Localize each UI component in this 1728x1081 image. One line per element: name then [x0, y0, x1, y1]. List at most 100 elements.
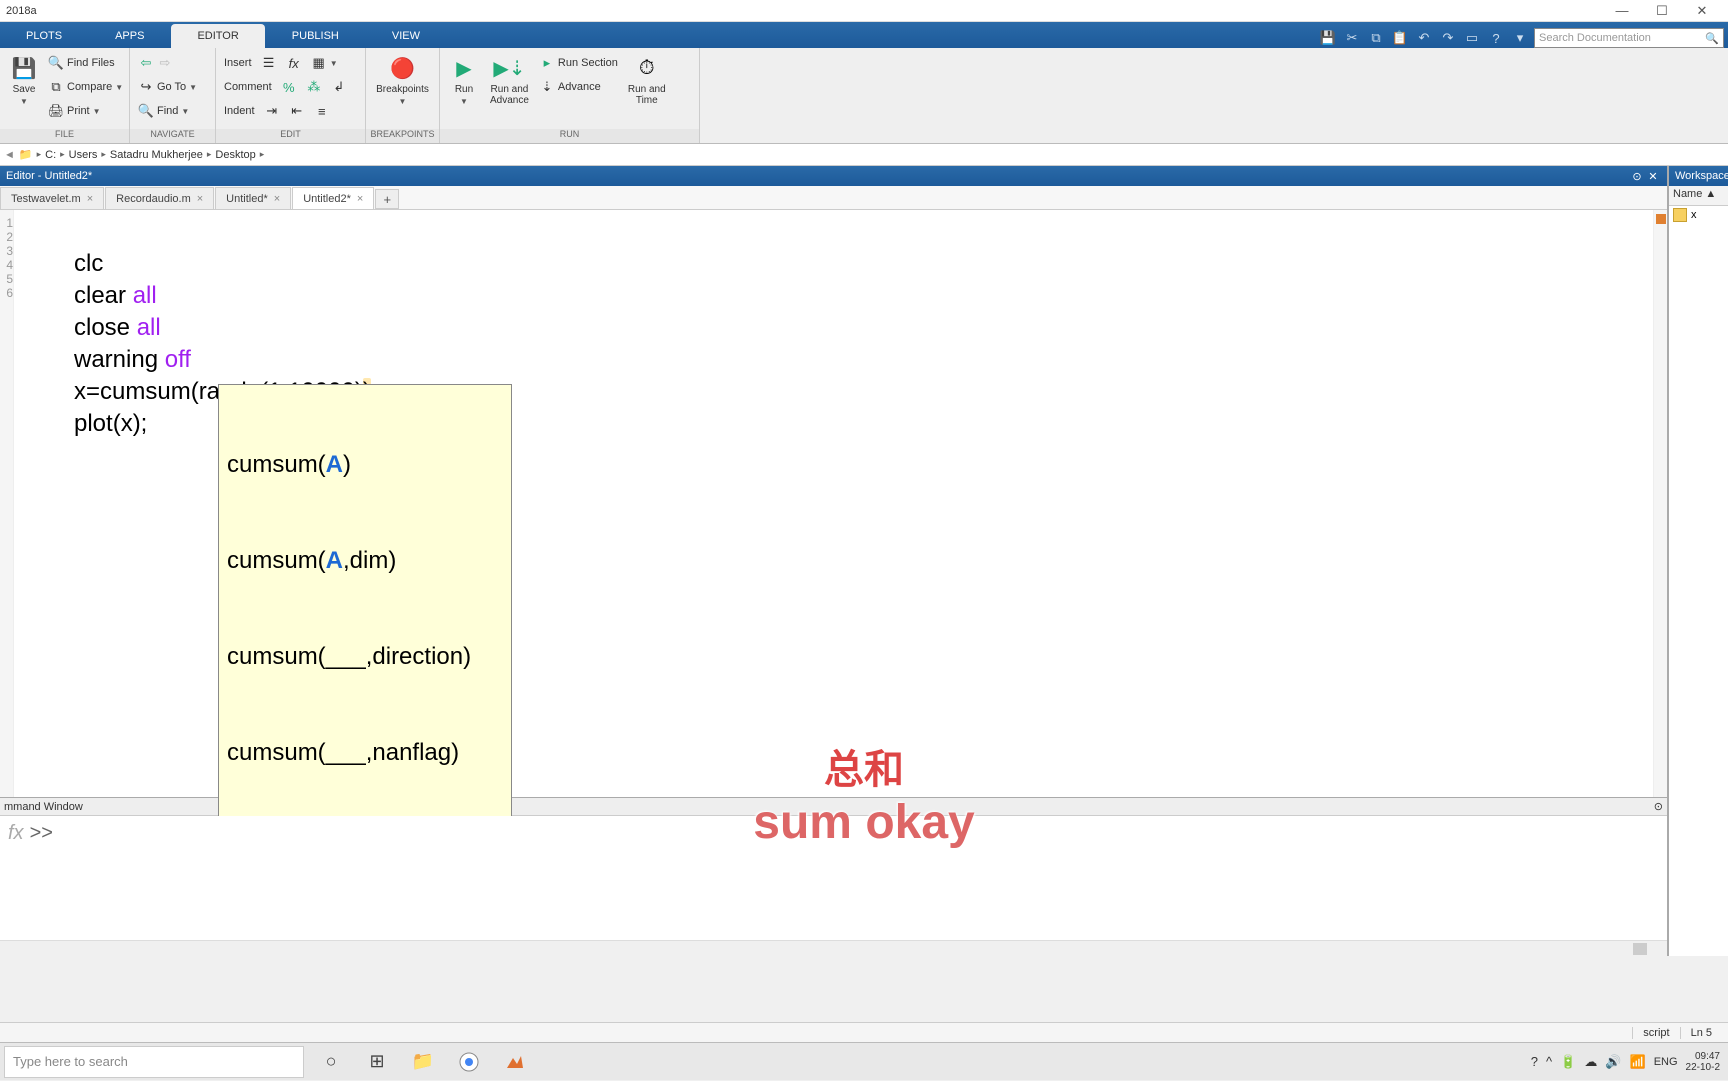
search-icon[interactable]: 🔍	[1705, 32, 1719, 45]
redo-icon[interactable]: ↷	[1438, 28, 1458, 48]
print-button[interactable]: 🖨Print▼	[46, 100, 125, 122]
indent-label: Indent	[224, 105, 255, 117]
save-button[interactable]: 💾 Save ▼	[6, 52, 42, 108]
close-tab-icon[interactable]: ×	[197, 193, 203, 205]
run-section-icon: ▸	[539, 55, 555, 71]
back-button[interactable]: ⇦⇨	[136, 52, 209, 74]
find-button[interactable]: 🔍Find▼	[136, 100, 209, 122]
indent-button[interactable]: Indent ⇥ ⇤ ≡	[222, 100, 359, 122]
dropdown-icon[interactable]: ▾	[1510, 28, 1530, 48]
path-seg-desktop[interactable]: Desktop▸	[215, 149, 264, 161]
comment-button[interactable]: Comment % ⁂ ↲	[222, 76, 359, 98]
compare-button[interactable]: ⧉Compare▼	[46, 76, 125, 98]
chevron-up-icon[interactable]: ^	[1546, 1054, 1552, 1069]
insert-sec-icon: ☰	[261, 55, 277, 71]
horizontal-scrollbar[interactable]	[0, 940, 1667, 956]
add-tab-button[interactable]: +	[375, 189, 399, 209]
breakpoints-icon: 🔴	[389, 54, 417, 82]
wifi-icon[interactable]: 📶	[1630, 1054, 1646, 1070]
explorer-icon[interactable]: 📁	[400, 1043, 446, 1081]
insert-button[interactable]: Insert ☰ fx ▦▼	[222, 52, 359, 74]
close-button[interactable]: ✕	[1682, 3, 1722, 19]
cortana-icon[interactable]: ○	[308, 1043, 354, 1081]
close-tab-icon[interactable]: ×	[274, 193, 280, 205]
save-icon[interactable]: 💾	[1318, 28, 1338, 48]
command-window-body[interactable]: fx >>	[0, 816, 1667, 956]
path-seg-users[interactable]: Users▸	[69, 149, 106, 161]
command-window-title: mmand Window	[4, 801, 83, 813]
path-seg-user[interactable]: Satadru Mukherjee▸	[110, 149, 211, 161]
hint-option[interactable]: cumsum(A,dim)	[219, 545, 511, 577]
ribbon-group-navigate: NAVIGATE	[130, 129, 215, 143]
breakpoints-button[interactable]: 🔴 Breakpoints ▼	[372, 52, 433, 108]
find-files-button[interactable]: 🔍Find Files	[46, 52, 125, 74]
help-icon[interactable]: ?	[1486, 28, 1506, 48]
battery-icon[interactable]: 🔋	[1560, 1054, 1576, 1070]
filetab-testwavelet[interactable]: Testwavelet.m×	[0, 187, 104, 209]
fx-icon[interactable]: fx	[8, 822, 24, 950]
save-label: Save	[13, 84, 36, 95]
clock[interactable]: 09:47 22-10-2	[1686, 1051, 1720, 1073]
chrome-icon[interactable]	[446, 1043, 492, 1081]
workspace-column-name[interactable]: Name ▲	[1669, 186, 1728, 206]
taskbar-search[interactable]: Type here to search	[4, 1046, 304, 1078]
close-tab-icon[interactable]: ×	[357, 193, 363, 205]
path-bar[interactable]: ◄ 📁 ▸ C:▸ Users▸ Satadru Mukherjee▸ Desk…	[0, 144, 1728, 166]
undo-icon[interactable]: ↶	[1414, 28, 1434, 48]
minimize-button[interactable]: —	[1602, 3, 1642, 18]
file-tabstrip: Testwavelet.m× Recordaudio.m× Untitled*×…	[0, 186, 1667, 210]
code-body[interactable]: clcclear allclose allwarning offx=cumsum…	[14, 210, 1653, 797]
command-prompt: >>	[30, 822, 53, 950]
tab-editor[interactable]: EDITOR	[171, 24, 264, 48]
workspace-var-x[interactable]: x	[1669, 206, 1728, 224]
run-section-button[interactable]: ▸Run Section	[537, 52, 620, 74]
warning-marker-icon[interactable]	[1656, 214, 1666, 224]
code-editor[interactable]: 1 2 3 4 5 6 clcclear allclose allwarning…	[0, 210, 1667, 797]
system-tray[interactable]: ? ^ 🔋 ☁ 🔊 📶 ENG 09:47 22-10-2	[1523, 1051, 1728, 1073]
taskview-icon[interactable]: ⊞	[354, 1043, 400, 1081]
folder-icon: 📁	[19, 148, 33, 161]
goto-button[interactable]: ↪Go To▼	[136, 76, 209, 98]
hint-option[interactable]: cumsum(A)	[219, 449, 511, 481]
ribbon-group-file: FILE	[0, 129, 129, 143]
comment-pct-icon: %	[281, 79, 297, 95]
run-time-label: Run and Time	[628, 84, 666, 106]
tab-view[interactable]: VIEW	[366, 24, 446, 48]
window-icon[interactable]: ▭	[1462, 28, 1482, 48]
cut-icon[interactable]: ✂	[1342, 28, 1362, 48]
matlab-icon[interactable]	[492, 1043, 538, 1081]
back-path-icon[interactable]: ◄	[4, 149, 15, 161]
advance-button[interactable]: ⇣Advance	[537, 76, 620, 98]
tab-plots[interactable]: PLOTS	[0, 24, 88, 48]
filetab-untitled[interactable]: Untitled*×	[215, 187, 291, 209]
hint-option[interactable]: cumsum(___,nanflag)	[219, 737, 511, 769]
panel-menu-icon[interactable]: ⊙	[1654, 800, 1663, 813]
cloud-icon[interactable]: ☁	[1584, 1054, 1597, 1070]
status-script: script	[1632, 1027, 1679, 1039]
search-documentation[interactable]: Search Documentation 🔍	[1534, 28, 1724, 48]
copy-icon[interactable]: ⧉	[1366, 28, 1386, 48]
help-tray-icon[interactable]: ?	[1531, 1054, 1538, 1069]
close-tab-icon[interactable]: ×	[87, 193, 93, 205]
maximize-button[interactable]: ☐	[1642, 3, 1682, 19]
filetab-recordaudio[interactable]: Recordaudio.m×	[105, 187, 214, 209]
run-button[interactable]: ▶ Run ▼	[446, 52, 482, 108]
editor-title-text: Editor - Untitled2*	[6, 170, 92, 182]
tab-publish[interactable]: PUBLISH	[266, 24, 365, 48]
run-and-advance-button[interactable]: ▶⇣ Run and Advance	[486, 52, 533, 108]
panel-close-icon[interactable]: ✕	[1645, 170, 1661, 183]
hint-option[interactable]: cumsum(___,direction)	[219, 641, 511, 673]
tab-apps[interactable]: APPS	[89, 24, 170, 48]
scrollbar-right-icon[interactable]	[1633, 943, 1647, 955]
uncomment-icon: ⁂	[306, 79, 322, 95]
filetab-untitled2[interactable]: Untitled2*×	[292, 187, 374, 209]
path-seg-c[interactable]: C:▸	[45, 149, 65, 161]
run-and-time-button[interactable]: ⏱ Run and Time	[624, 52, 670, 108]
language-indicator[interactable]: ENG	[1654, 1056, 1678, 1068]
error-strip[interactable]	[1653, 210, 1667, 797]
volume-icon[interactable]: 🔊	[1605, 1054, 1621, 1070]
advance-label: Advance	[558, 81, 601, 93]
panel-dropdown-icon[interactable]: ⊙	[1629, 170, 1645, 183]
quick-access-toolbar: 💾 ✂ ⧉ 📋 ↶ ↷ ▭ ? ▾ Search Documentation 🔍	[1318, 28, 1728, 48]
paste-icon[interactable]: 📋	[1390, 28, 1410, 48]
